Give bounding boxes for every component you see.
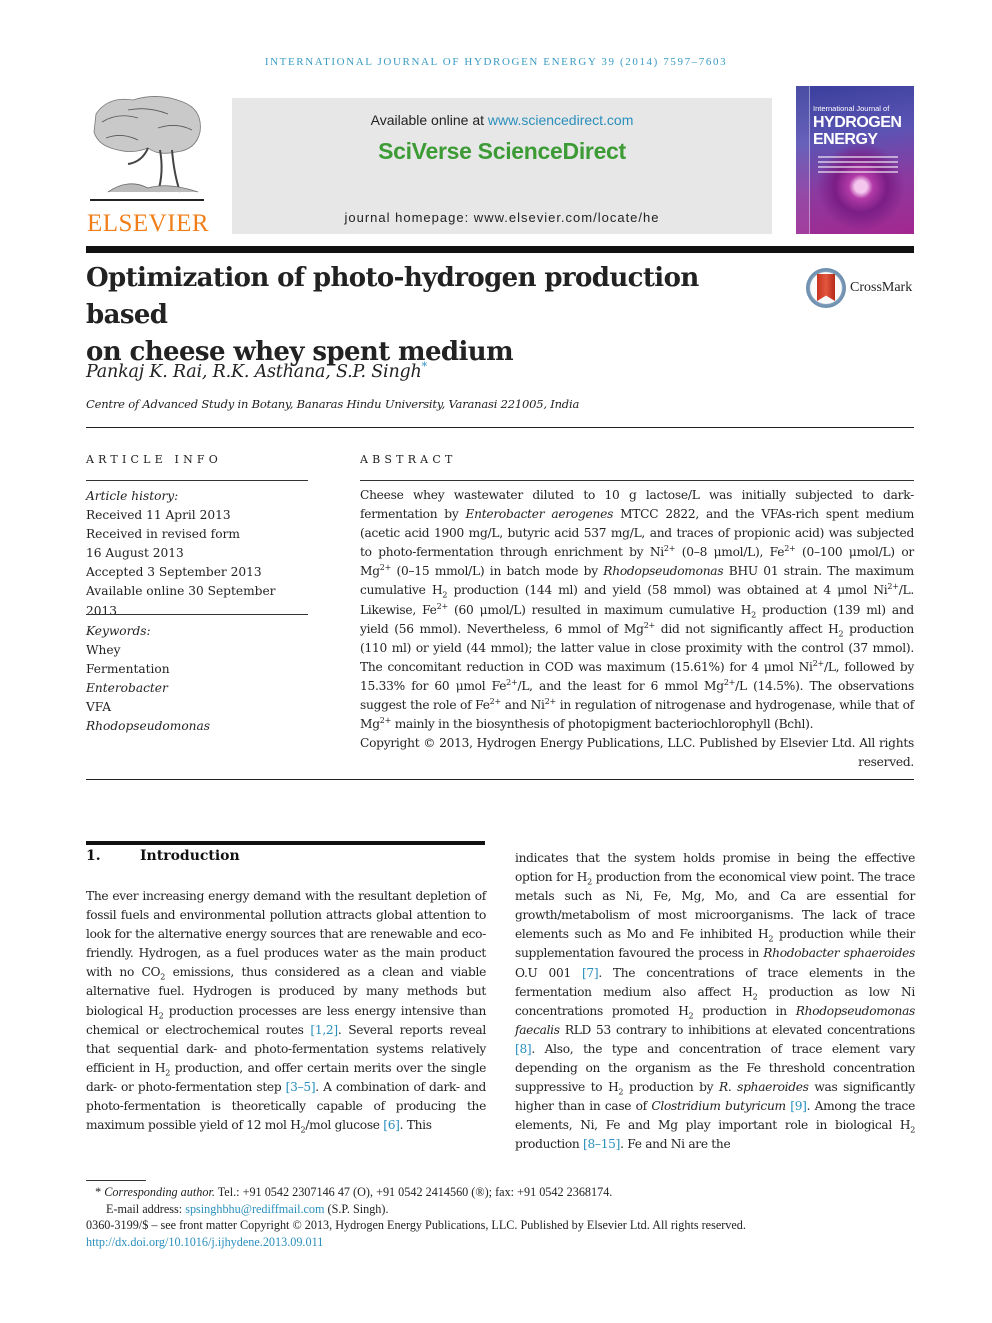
affiliation: Centre of Advanced Study in Botany, Bana… [86,397,580,411]
cover-big-title: HYDROGEN ENERGY [813,114,902,148]
email-footnote: E-mail address: spsinghbhu@rediffmail.co… [86,1201,916,1218]
sciencedirect-banner: Available online at www.sciencedirect.co… [232,98,772,234]
email-suffix: (S.P. Singh). [324,1201,389,1216]
contact-numbers: Tel.: +91 0542 2307146 47 (O), +91 0542 … [214,1185,613,1199]
article-title: Optimization of photo-hydrogen productio… [86,260,786,371]
keywords: Keywords: Whey Fermentation Enterobacter… [86,622,310,737]
running-head: INTERNATIONAL JOURNAL OF HYDROGEN ENERGY… [264,56,728,68]
article-history: Article history: Received 11 April 2013 … [86,487,310,621]
history-item: Received in revised form [86,527,240,542]
authors-text: Pankaj K. Rai, R.K. Asthana, S.P. Singh [86,361,422,382]
corresponding-author-marker[interactable]: * [422,360,428,373]
email-link[interactable]: spsinghbhu@rediffmail.com [185,1202,324,1216]
history-item: 16 August 2013 [86,546,184,561]
cover-small-title: International Journal of [813,104,890,113]
header-divider [86,246,914,253]
journal-homepage[interactable]: journal homepage: www.elsevier.com/locat… [232,210,772,225]
body-column-left: The ever increasing energy demand with t… [86,887,486,1135]
sciverse-sciencedirect-logo[interactable]: SciVerse ScienceDirect [232,138,772,165]
section-divider [86,841,485,845]
citation-link[interactable]: [6] [383,1118,400,1132]
title-line-1: Optimization of photo-hydrogen productio… [86,263,699,330]
keyword: Rhodopseudomonas [86,719,211,734]
abstract-divider [360,480,914,481]
copyright-notice: Copyright © 2013, Hydrogen Energy Public… [360,734,914,772]
sciencedirect-link[interactable]: www.sciencedirect.com [488,112,634,128]
article-info-divider [86,480,308,481]
citation-link[interactable]: [1,2] [310,1023,338,1037]
doi-link[interactable]: http://dx.doi.org/10.1016/j.ijhydene.201… [86,1234,916,1251]
body-column-right: indicates that the system holds promise … [515,849,915,1155]
article-info-label: ARTICLE INFO [86,453,222,466]
available-prefix: Available online at [370,112,488,128]
email-label: E-mail address: [106,1201,186,1216]
corresponding-author-footnote: * Corresponding author. Tel.: +91 0542 2… [86,1184,916,1201]
keywords-label: Keywords: [86,624,151,638]
journal-cover-image[interactable]: International Journal of HYDROGEN ENERGY [796,86,914,234]
corresponding-author-label: Corresponding author. [104,1185,215,1199]
issn-copyright-line: 0360-3199/$ – see front matter Copyright… [86,1218,746,1232]
body-paragraph: The ever increasing energy demand with t… [86,889,486,1135]
citation-link[interactable]: [7] [582,966,599,980]
cover-title-hydrogen: HYDROGEN [813,114,902,131]
cover-editor-lines [818,156,898,176]
copyright-line-2: reserved. [858,755,914,770]
cover-title-energy: ENERGY [813,131,878,148]
crossmark-icon [806,268,846,308]
masthead: ELSEVIER Available online at www.science… [86,86,914,237]
footnote-marker: * [95,1185,102,1199]
body-paragraph: indicates that the system holds promise … [515,851,915,1152]
footnote-divider [86,1180,146,1181]
elsevier-wordmark: ELSEVIER [86,210,210,237]
citation-link[interactable]: [8–15] [583,1137,620,1151]
section-number: 1. [86,848,101,864]
copyright-line-1: Copyright © 2013, Hydrogen Energy Public… [360,736,914,751]
crossmark-label: CrossMark [850,280,913,295]
keyword: Whey [86,643,121,658]
keyword: Enterobacter [86,681,168,696]
history-item: Accepted 3 September 2013 [86,565,262,580]
divider [86,779,914,780]
abstract-text: Cheese whey wastewater diluted to 10 g l… [360,486,914,772]
keyword: VFA [86,700,111,715]
abstract-label: ABSTRACT [360,453,457,466]
elsevier-tree-icon [90,96,204,201]
cover-spine [796,86,810,234]
citation-link[interactable]: [9] [790,1099,807,1113]
citation-link[interactable]: [3–5] [286,1080,316,1094]
footnotes: * Corresponding author. Tel.: +91 0542 2… [86,1184,916,1250]
elsevier-logo[interactable]: ELSEVIER [86,86,210,237]
article-history-label: Article history: [86,489,179,503]
citation-link[interactable]: [8] [515,1042,532,1056]
available-online-text: Available online at www.sciencedirect.co… [232,112,772,128]
author-list: Pankaj K. Rai, R.K. Asthana, S.P. Singh* [86,360,427,382]
abstract-paragraph: Cheese whey wastewater diluted to 10 g l… [360,488,915,732]
history-item: Received 11 April 2013 [86,508,231,523]
crossmark-button[interactable]: CrossMark [806,268,916,310]
keyword: Fermentation [86,662,170,677]
section-heading-introduction: 1. Introduction [86,848,240,864]
keywords-divider [86,614,308,615]
section-title: Introduction [140,848,240,864]
divider [86,427,914,428]
